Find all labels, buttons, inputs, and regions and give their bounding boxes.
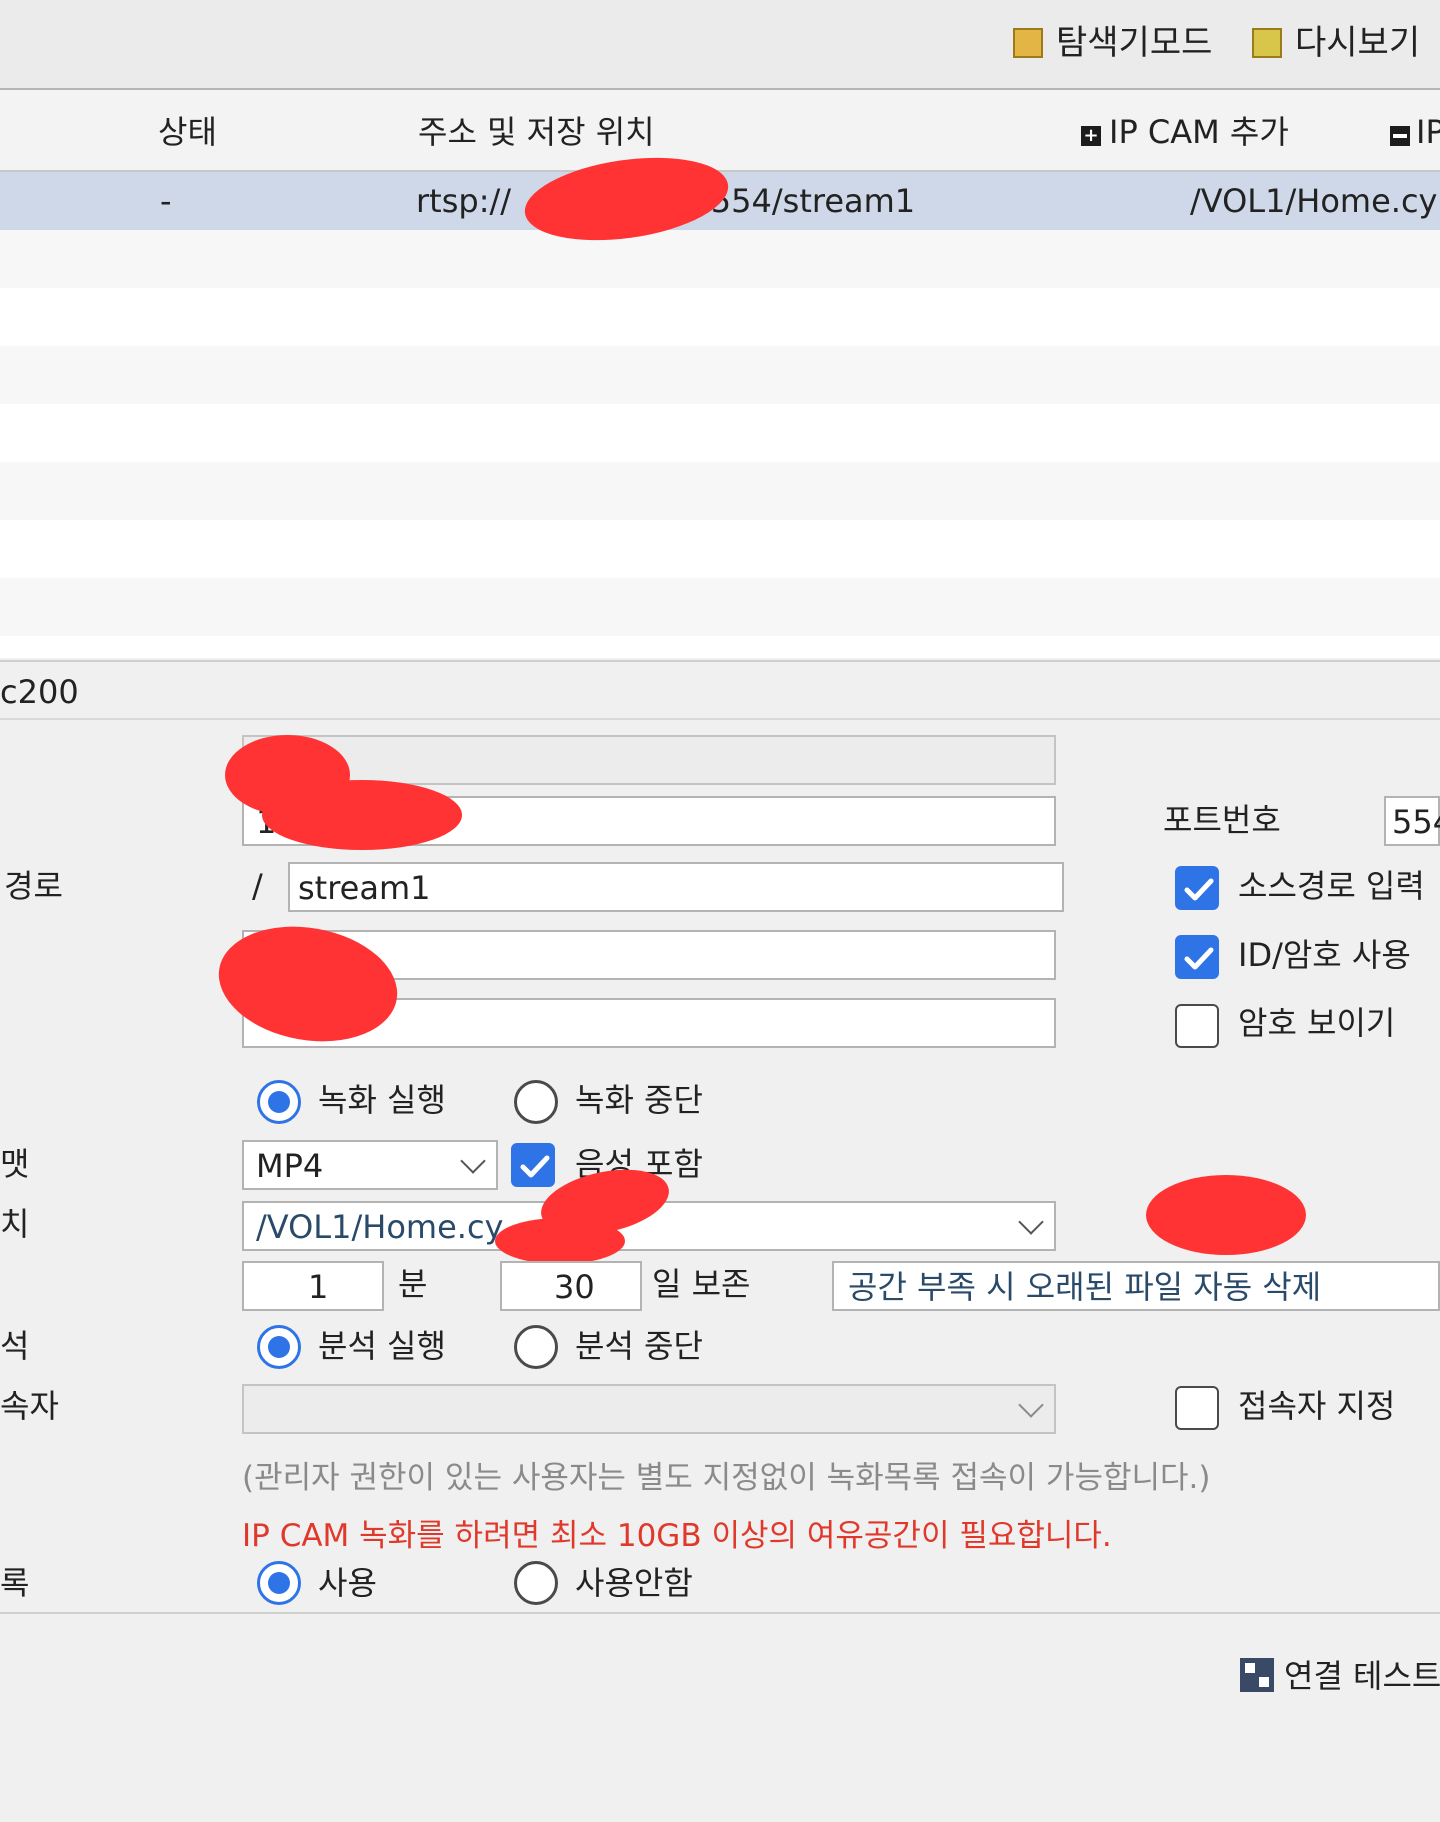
format-select[interactable]: MP4	[242, 1140, 498, 1190]
table-row[interactable]	[0, 288, 1440, 346]
remove-icon	[1390, 126, 1410, 146]
replay-button[interactable]: 다시보기	[1295, 26, 1420, 60]
check-icon	[1184, 878, 1214, 901]
record-stop-radio[interactable]	[514, 1080, 558, 1124]
redaction-mark	[495, 1218, 625, 1264]
analysis-stop-label: 분석 중단	[575, 1327, 703, 1365]
register-label: 록	[0, 1564, 30, 1602]
retention-unit: 일 보존	[652, 1265, 751, 1303]
analysis-label: 석	[0, 1327, 30, 1365]
device-name: c200	[0, 673, 79, 711]
folder-icon	[1013, 28, 1043, 58]
accessor-label: 속자	[0, 1387, 59, 1425]
port-value: 554	[1392, 803, 1440, 841]
list-header: 상태 주소 및 저장 위치 + IP CAM 추가 IP	[0, 90, 1440, 172]
record-start-label: 녹화 실행	[318, 1081, 446, 1119]
row-status: -	[160, 182, 172, 220]
table-row[interactable]	[0, 404, 1440, 462]
auto-delete-select[interactable]: 공간 부족 시 오래된 파일 자동 삭제	[832, 1261, 1440, 1311]
analysis-stop-radio[interactable]	[514, 1325, 558, 1369]
toolbar: 탐색기모드 다시보기	[0, 0, 1440, 90]
redaction-mark	[1146, 1175, 1306, 1255]
record-start-radio[interactable]	[257, 1080, 301, 1124]
source-path-field[interactable]: stream1	[288, 862, 1064, 912]
segment-minutes-value: 1	[308, 1268, 329, 1306]
chevron-down-icon	[1018, 1392, 1044, 1418]
source-path-value: stream1	[298, 869, 431, 907]
source-path-label: 경로	[4, 867, 63, 905]
row-address-tail: :554/stream1	[700, 182, 916, 220]
accessor-checkbox[interactable]	[1175, 1386, 1219, 1430]
source-path-checkbox[interactable]	[1175, 866, 1219, 910]
accessor-select[interactable]	[242, 1384, 1056, 1434]
remove-ipcam-button[interactable]: IP	[1416, 116, 1440, 148]
table-row[interactable]	[0, 520, 1440, 578]
table-row[interactable]	[0, 578, 1440, 636]
chevron-down-icon	[460, 1148, 486, 1174]
use-id-password-label: ID/암호 사용	[1238, 936, 1411, 974]
admin-access-note: (관리자 권한이 있는 사용자는 별도 지정없이 녹화목록 접속이 가능합니다.…	[242, 1460, 1211, 1496]
format-label: 맷	[0, 1145, 30, 1183]
use-radio[interactable]	[257, 1561, 301, 1605]
connection-test-button[interactable]: 연결 테스트	[1284, 1660, 1440, 1692]
divider	[0, 718, 1440, 720]
table-row[interactable]	[0, 462, 1440, 520]
source-path-prefix: /	[252, 867, 263, 905]
use-id-password-checkbox[interactable]	[1175, 935, 1219, 979]
record-stop-label: 녹화 중단	[575, 1081, 703, 1119]
minutes-unit: 분	[398, 1265, 428, 1303]
location-value: /VOL1/Home.cy	[256, 1208, 504, 1246]
browse-mode-button[interactable]: 탐색기모드	[1056, 26, 1212, 60]
check-icon	[520, 1155, 550, 1178]
table-row[interactable]	[0, 636, 1440, 658]
segment-minutes-field[interactable]: 1	[242, 1261, 384, 1311]
chevron-down-icon	[1018, 1209, 1044, 1235]
add-icon: +	[1081, 126, 1101, 146]
table-row[interactable]	[0, 230, 1440, 288]
no-use-label: 사용안함	[575, 1564, 693, 1602]
source-path-checkbox-label: 소스경로 입력	[1238, 867, 1425, 905]
row-address: rtsp://	[416, 182, 512, 220]
row-location: /VOL1/Home.cy	[1190, 182, 1438, 220]
column-header-address[interactable]: 주소 및 저장 위치	[418, 116, 655, 148]
auto-delete-value: 공간 부족 시 오래된 파일 자동 삭제	[848, 1268, 1322, 1306]
check-icon	[1184, 947, 1214, 970]
replay-icon	[1252, 28, 1282, 58]
accessor-checkbox-label: 접속자 지정	[1238, 1387, 1396, 1425]
location-label: 치	[0, 1205, 30, 1243]
use-label: 사용	[318, 1564, 377, 1602]
connection-test-icon	[1240, 1658, 1274, 1692]
port-label: 포트번호	[1163, 801, 1281, 839]
add-ipcam-button[interactable]: IP CAM 추가	[1109, 116, 1289, 148]
redaction-mark	[262, 780, 462, 850]
show-password-checkbox[interactable]	[1175, 1004, 1219, 1048]
name-field[interactable]	[242, 735, 1056, 785]
storage-warning: IP CAM 녹화를 하려면 최소 10GB 이상의 여유공간이 필요합니다.	[242, 1518, 1112, 1554]
analysis-run-radio[interactable]	[257, 1325, 301, 1369]
no-use-radio[interactable]	[514, 1561, 558, 1605]
column-header-status[interactable]: 상태	[158, 116, 217, 148]
table-row[interactable]	[0, 346, 1440, 404]
bottom-bar: 연결 테스트	[0, 1612, 1440, 1822]
format-value: MP4	[256, 1147, 324, 1185]
analysis-run-label: 분석 실행	[318, 1327, 446, 1365]
retention-days-value: 30	[554, 1268, 595, 1306]
port-field[interactable]: 554	[1384, 796, 1440, 846]
retention-days-field[interactable]: 30	[500, 1261, 642, 1311]
show-password-label: 암호 보이기	[1238, 1004, 1396, 1042]
include-audio-checkbox[interactable]	[511, 1143, 555, 1187]
